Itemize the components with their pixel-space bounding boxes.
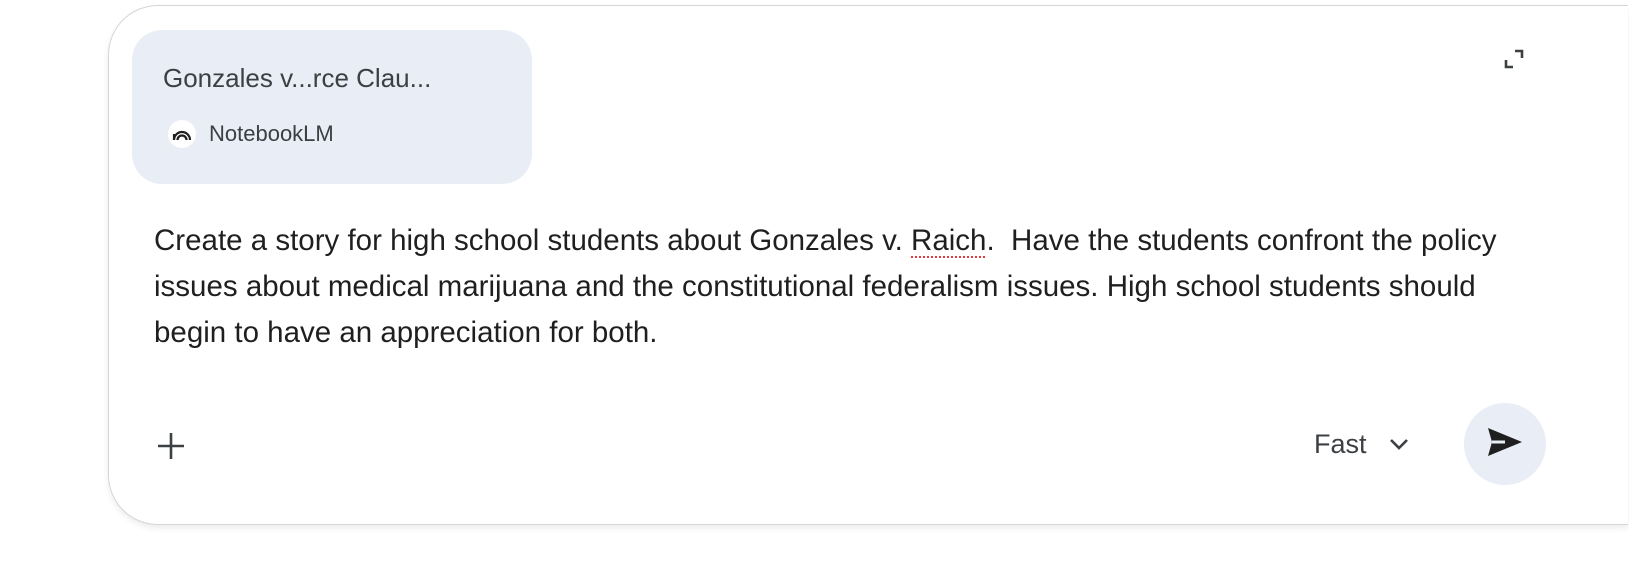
attachment-source: NotebookLM — [168, 120, 334, 148]
add-button[interactable] — [149, 426, 193, 470]
attachment-source-label: NotebookLM — [209, 121, 334, 146]
send-icon — [1487, 427, 1523, 462]
plus-icon — [156, 431, 186, 466]
notebooklm-icon — [168, 120, 196, 148]
attachment-title: Gonzales v...rce Clau... — [163, 63, 432, 93]
chevron-down-icon — [1389, 438, 1409, 450]
expand-button[interactable] — [1499, 46, 1529, 76]
mode-selector[interactable]: Fast — [1314, 422, 1409, 466]
prompt-composer: Gonzales v...rce Clau... NotebookLM Crea… — [108, 5, 1628, 525]
expand-icon — [1502, 47, 1526, 76]
misspelled-word[interactable]: Raich — [911, 224, 986, 257]
prompt-input[interactable]: Create a story for high school students … — [154, 218, 1514, 356]
prompt-text-start: Create a story for high school students … — [154, 224, 912, 257]
attachment-chip[interactable]: Gonzales v...rce Clau... NotebookLM — [132, 30, 532, 184]
mode-label: Fast — [1314, 428, 1367, 459]
send-button[interactable] — [1464, 403, 1546, 485]
